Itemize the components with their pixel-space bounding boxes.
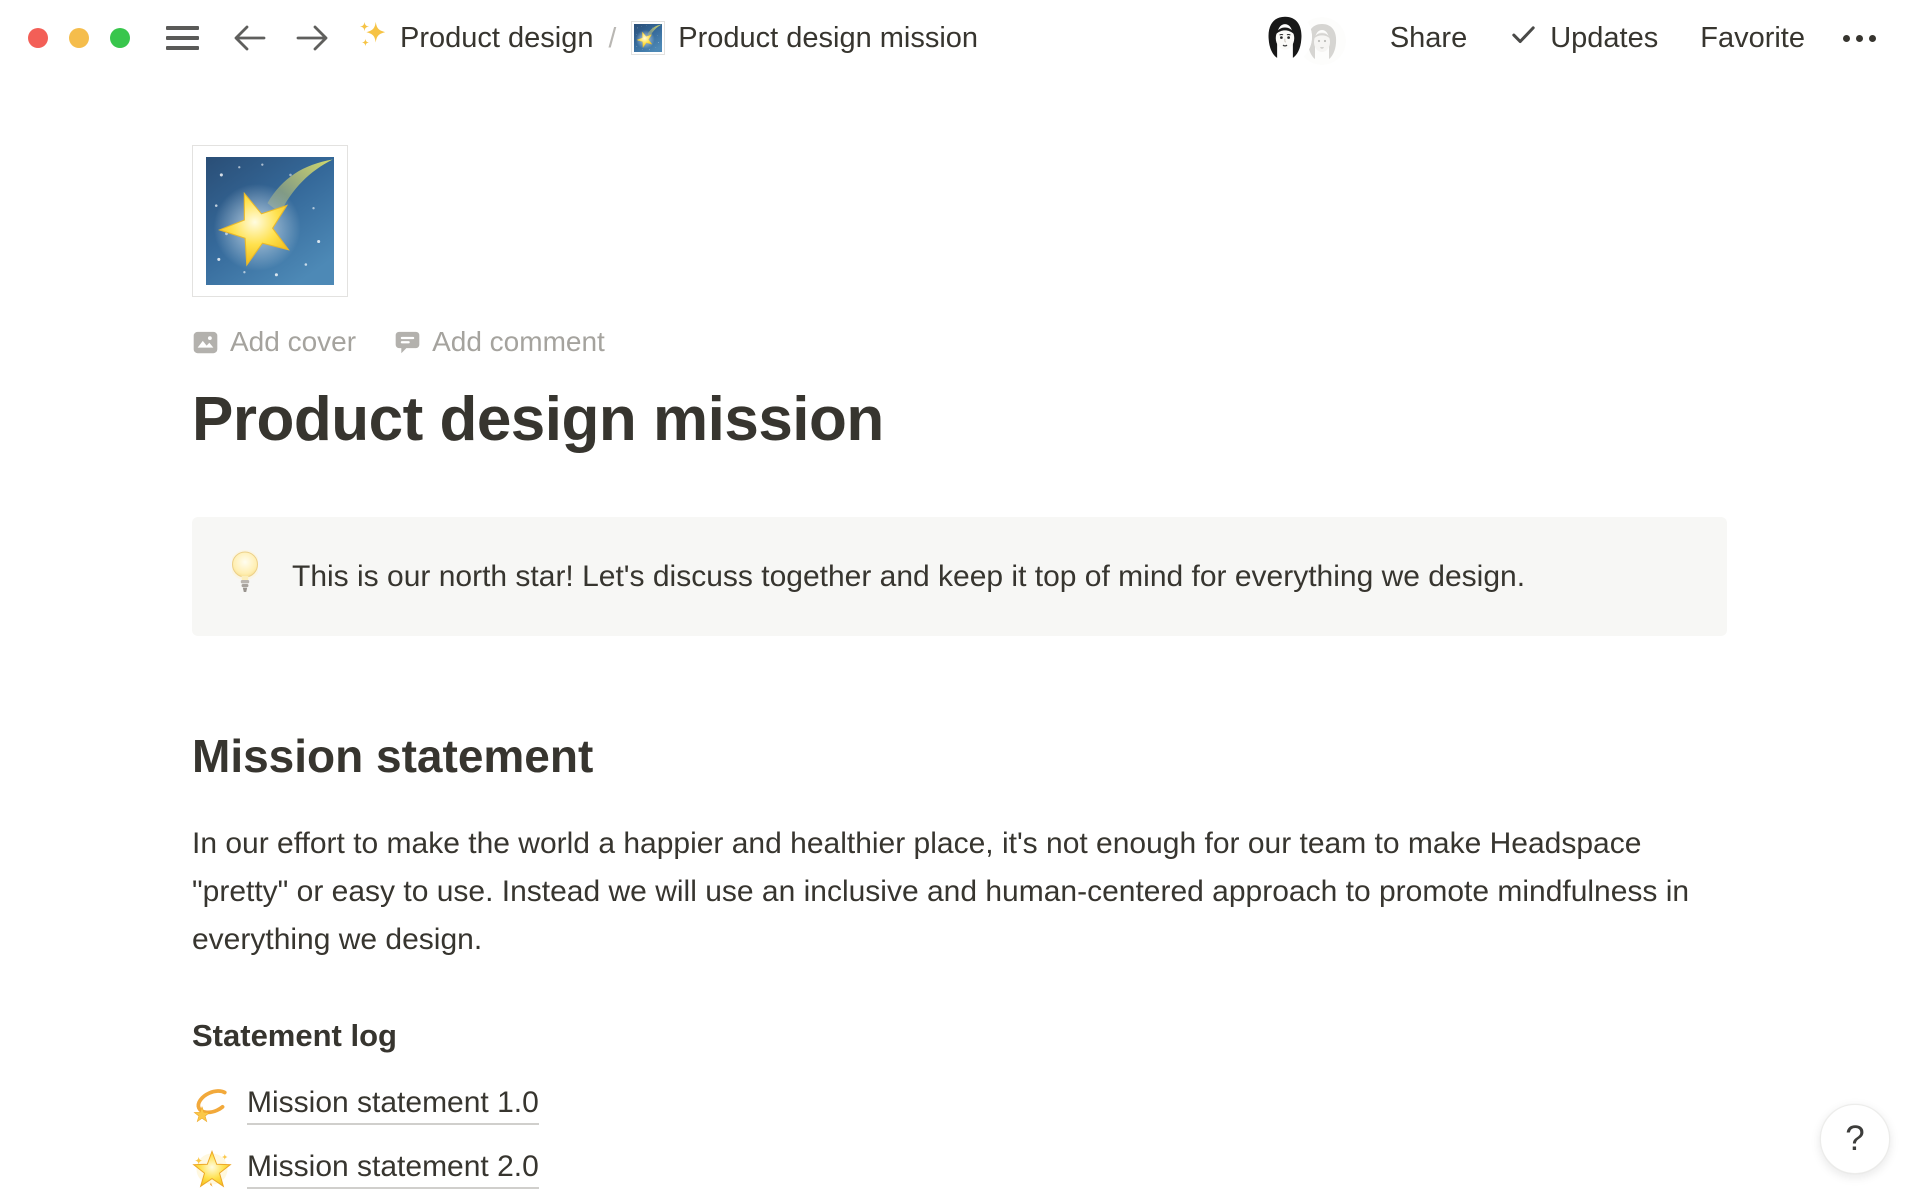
shooting-star-icon — [631, 21, 665, 55]
add-comment-button[interactable]: Add comment — [394, 326, 605, 358]
avatar — [1258, 10, 1312, 64]
sparkles-icon — [357, 19, 387, 57]
add-cover-button[interactable]: Add cover — [192, 326, 356, 358]
collaborator-avatars — [1258, 9, 1346, 67]
minimize-window-button[interactable] — [69, 28, 89, 48]
more-options-icon[interactable] — [1833, 27, 1886, 50]
share-button[interactable]: Share — [1376, 16, 1481, 61]
back-arrow-icon[interactable] — [229, 21, 269, 55]
zoom-window-button[interactable] — [110, 28, 130, 48]
mission-paragraph: In our effort to make the world a happie… — [192, 820, 1727, 964]
updates-button[interactable]: Updates — [1495, 14, 1672, 63]
breadcrumb-current[interactable]: Product design mission — [678, 22, 978, 55]
favorite-button[interactable]: Favorite — [1686, 16, 1819, 61]
breadcrumb: Product design / Product design mission — [357, 19, 978, 57]
dizzy-icon — [192, 1085, 232, 1125]
page-content: Add cover Add comment Product design mis… — [192, 145, 1727, 1194]
breadcrumb-separator: / — [606, 22, 618, 54]
forward-arrow-icon[interactable] — [293, 21, 333, 55]
page-icon-shooting-star[interactable] — [192, 145, 348, 297]
statement-log-list: Mission statement 1.0 Mission statement … — [192, 1080, 1727, 1194]
check-icon — [1509, 20, 1538, 57]
statement-log-heading: Statement log — [192, 1016, 1727, 1056]
page-link-mission-1[interactable]: Mission statement 1.0 — [192, 1080, 1727, 1130]
light-bulb-icon — [232, 549, 258, 604]
menu-icon[interactable] — [166, 26, 199, 50]
callout[interactable]: This is our north star! Let's discuss to… — [192, 517, 1727, 636]
help-button[interactable]: ? — [1820, 1104, 1890, 1174]
glowing-star-icon — [192, 1149, 232, 1189]
titlebar: Product design / Product design mission — [0, 0, 1920, 76]
picture-icon — [192, 329, 219, 356]
mission-statement-heading: Mission statement — [192, 728, 1727, 784]
comment-icon — [394, 329, 421, 356]
close-window-button[interactable] — [28, 28, 48, 48]
page-link-mission-2[interactable]: Mission statement 2.0 — [192, 1144, 1727, 1194]
page-title: Product design mission — [192, 383, 1727, 457]
window-controls — [28, 28, 130, 48]
breadcrumb-parent[interactable]: Product design — [400, 22, 593, 55]
callout-text: This is our north star! Let's discuss to… — [292, 555, 1525, 599]
